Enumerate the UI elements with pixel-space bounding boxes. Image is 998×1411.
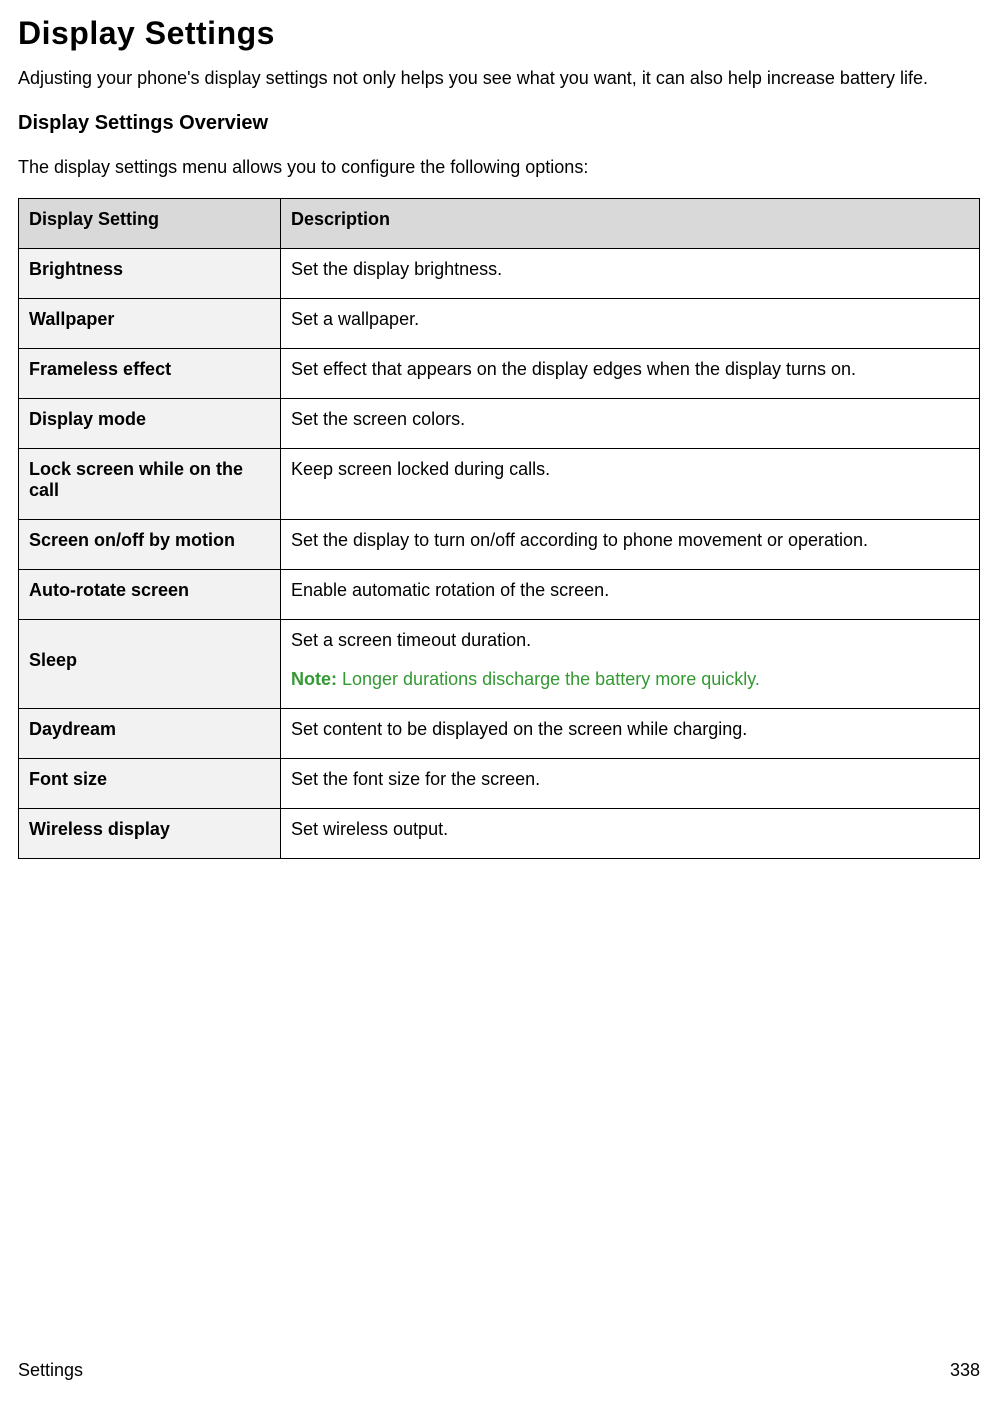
description-text: Set content to be displayed on the scree… [291,719,969,740]
setting-name-cell: Screen on/off by motion [19,520,281,570]
setting-name-cell: Lock screen while on the call [19,449,281,520]
description-text: Set the display brightness. [291,259,969,280]
table-row: Wireless display Set wireless output. [19,809,980,859]
setting-description-cell: Set a wallpaper. [281,299,980,349]
setting-description-cell: Set content to be displayed on the scree… [281,709,980,759]
description-text: Set the font size for the screen. [291,769,969,790]
description-text: Set a wallpaper. [291,309,969,330]
intro-paragraph: Adjusting your phone's display settings … [18,66,980,90]
setting-name-cell: Wallpaper [19,299,281,349]
setting-description-cell: Set the display brightness. [281,249,980,299]
description-text: Keep screen locked during calls. [291,459,969,480]
setting-name-cell: Brightness [19,249,281,299]
setting-description-cell: Keep screen locked during calls. [281,449,980,520]
setting-name-cell: Daydream [19,709,281,759]
table-header-description: Description [281,199,980,249]
setting-name-cell: Frameless effect [19,349,281,399]
description-text: Enable automatic rotation of the screen. [291,580,969,601]
footer-section: Settings [18,1360,83,1381]
table-row: Font size Set the font size for the scree… [19,759,980,809]
description-text: Set the display to turn on/off according… [291,530,969,551]
overview-lead: The display settings menu allows you to … [18,157,980,178]
table-row: Auto-rotate screen Enable automatic rotat… [19,570,980,620]
table-row: Lock screen while on the call Keep screen… [19,449,980,520]
setting-name-cell: Sleep [19,620,281,709]
setting-description-cell: Set a screen timeout duration. Note: Long… [281,620,980,709]
setting-name-cell: Font size [19,759,281,809]
settings-table: Display Setting Description Brightness Se… [18,198,980,859]
description-text: Set effect that appears on the display e… [291,359,969,380]
setting-description-cell: Set effect that appears on the display e… [281,349,980,399]
setting-name-cell: Wireless display [19,809,281,859]
table-row: Wallpaper Set a wallpaper. [19,299,980,349]
note-text: Note: Longer durations discharge the bat… [291,669,969,690]
setting-description-cell: Set the screen colors. [281,399,980,449]
overview-heading: Display Settings Overview [18,112,980,135]
setting-description-cell: Enable automatic rotation of the screen. [281,570,980,620]
table-row: Daydream Set content to be displayed on t… [19,709,980,759]
description-text: Set wireless output. [291,819,969,840]
table-row: Display mode Set the screen colors. [19,399,980,449]
description-text: Set a screen timeout duration. [291,630,969,651]
page-title: Display Settings [18,15,980,52]
setting-description-cell: Set the display to turn on/off according… [281,520,980,570]
table-row: Frameless effect Set effect that appears … [19,349,980,399]
table-row: Brightness Set the display brightness. [19,249,980,299]
description-text: Set the screen colors. [291,409,969,430]
table-row: Screen on/off by motion Set the display t… [19,520,980,570]
setting-name-cell: Display mode [19,399,281,449]
setting-name-cell: Auto-rotate screen [19,570,281,620]
page-footer: Settings 338 [18,1360,980,1381]
table-row: Sleep Set a screen timeout duration. Note:… [19,620,980,709]
setting-description-cell: Set the font size for the screen. [281,759,980,809]
table-header-setting: Display Setting [19,199,281,249]
footer-page-number: 338 [950,1360,980,1381]
setting-description-cell: Set wireless output. [281,809,980,859]
